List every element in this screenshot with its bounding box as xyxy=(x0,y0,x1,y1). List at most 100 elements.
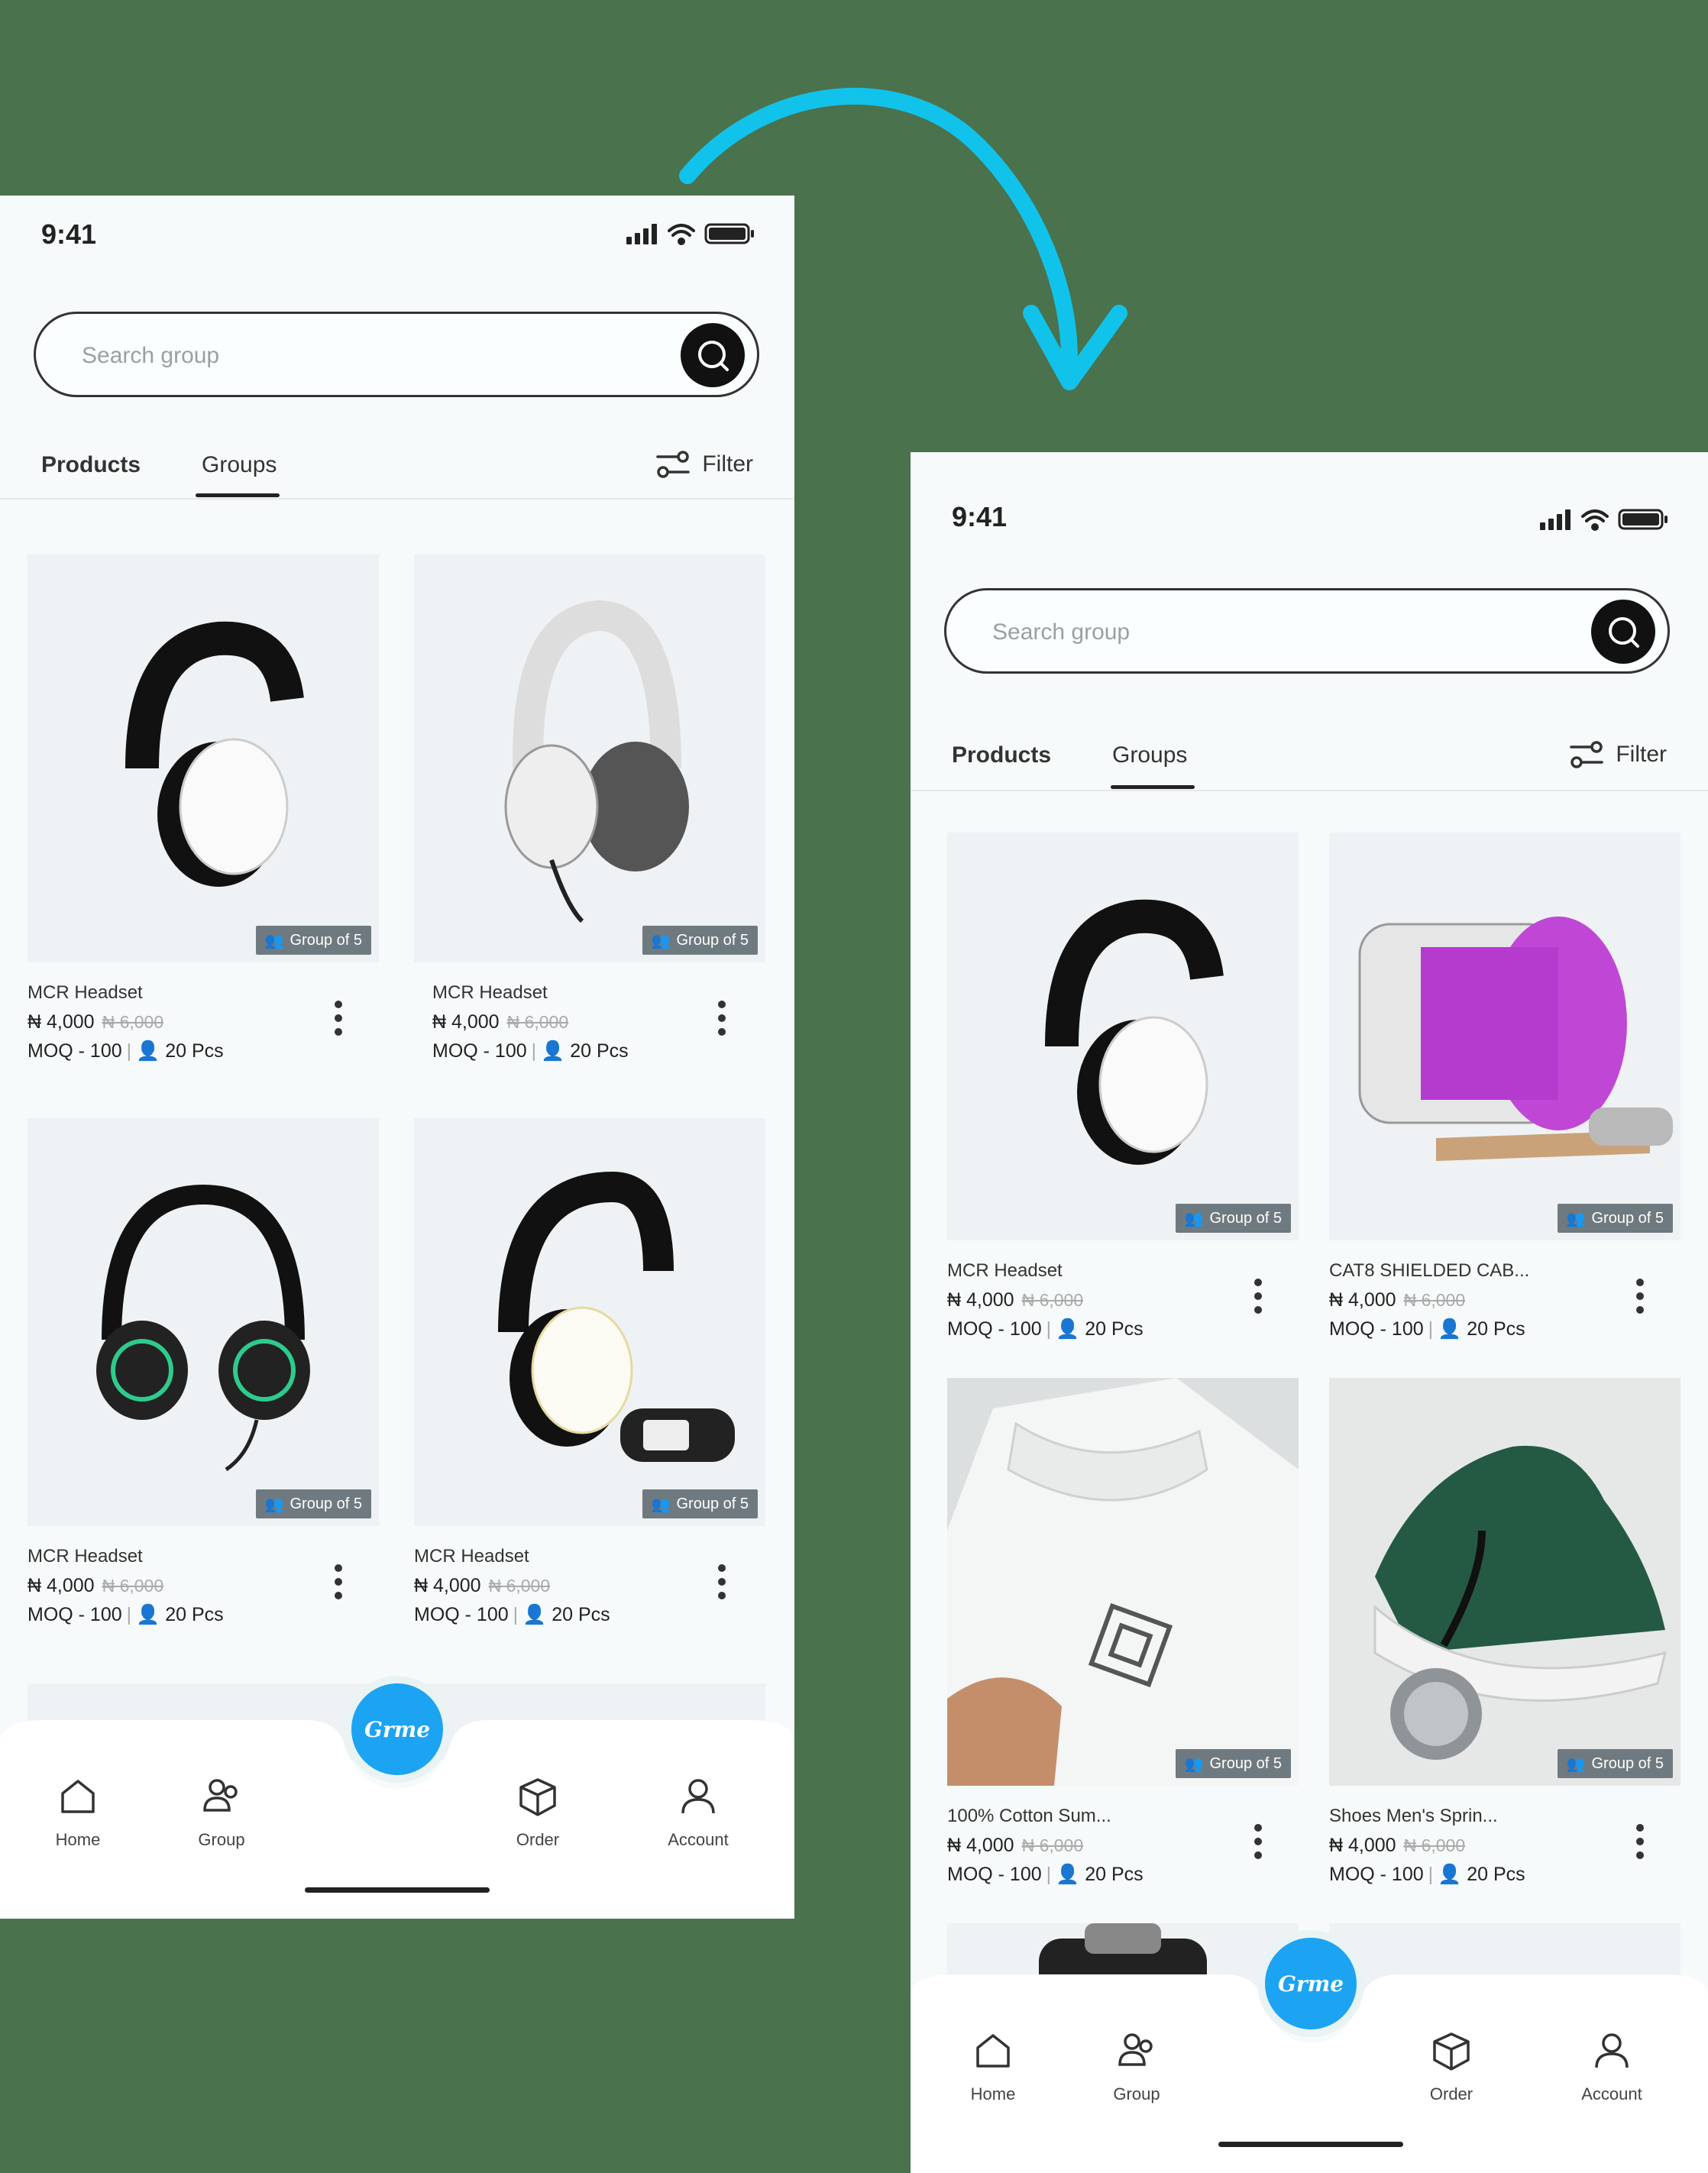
nav-home[interactable]: Home xyxy=(940,2028,1046,2104)
product-image[interactable]: 👥 Group of 5 xyxy=(947,1378,1299,1786)
person-icon: 👤 xyxy=(1056,1864,1080,1885)
product-card[interactable]: 👥 Group of 5 CAT8 SHIELDED CAB... ₦ 4,000… xyxy=(1329,833,1681,1340)
status-time: 9:41 xyxy=(952,501,1008,532)
more-options-icon[interactable] xyxy=(1635,1824,1645,1865)
filter-button[interactable]: Filter xyxy=(655,449,753,480)
signal-icon xyxy=(626,224,657,244)
product-card[interactable]: 👥 Group of 5 Shoes Men's Sprin... ₦ 4,000… xyxy=(1329,1378,1681,1885)
more-options-icon[interactable] xyxy=(1253,1279,1263,1320)
product-moq: MOQ - 100 | 👤 20 Pcs xyxy=(947,1318,1144,1340)
search-bar[interactable]: Search group xyxy=(34,312,759,397)
nav-home[interactable]: Home xyxy=(24,1774,131,1850)
search-button[interactable] xyxy=(1591,600,1655,664)
badge-label: Group of 5 xyxy=(1209,1754,1282,1772)
search-input[interactable]: Search group xyxy=(82,343,219,369)
more-options-icon[interactable] xyxy=(1635,1279,1645,1320)
product-moq: MOQ - 100 | 👤 20 Pcs xyxy=(27,1040,224,1062)
phone-screen-before: 9:41 Search group Products Groups Filter… xyxy=(0,196,794,1919)
search-button[interactable] xyxy=(681,323,745,387)
search-icon xyxy=(698,341,729,371)
group-icon: 👥 xyxy=(264,1496,284,1513)
product-name: MCR Headset xyxy=(27,1546,143,1567)
product-image[interactable]: 👥 Group of 5 xyxy=(947,833,1299,1240)
person-icon: 👤 xyxy=(1438,1318,1462,1340)
product-image[interactable]: 👥 Group of 5 xyxy=(414,555,765,962)
product-card[interactable]: 👥 Group of 5 100% Cotton Sum... ₦ 4,000 ₦ … xyxy=(947,1378,1299,1885)
old-price: ₦ 6,000 xyxy=(1021,1835,1084,1855)
more-options-icon[interactable] xyxy=(333,1564,344,1605)
more-options-icon[interactable] xyxy=(333,1001,344,1042)
status-icons xyxy=(626,223,754,245)
more-options-icon[interactable] xyxy=(717,1564,727,1605)
old-price: ₦ 6,000 xyxy=(1021,1290,1084,1310)
product-image[interactable]: 👥 Group of 5 xyxy=(1329,1378,1681,1786)
nav-group-label: Group xyxy=(198,1830,245,1849)
product-price: ₦ 4,000 ₦ 6,000 xyxy=(947,1835,1083,1857)
status-icons xyxy=(1540,509,1668,531)
product-card[interactable]: 👥 Group of 5 MCR Headset ₦ 4,000 ₦ 6,000 M… xyxy=(414,1118,765,1625)
old-price: ₦ 6,000 xyxy=(102,1576,164,1596)
nav-account[interactable]: Account xyxy=(645,1774,752,1850)
moq-value: MOQ - 100 xyxy=(947,1864,1042,1885)
tab-products[interactable]: Products xyxy=(952,742,1051,768)
pcs-value: 20 Pcs xyxy=(552,1604,610,1625)
tab-groups[interactable]: Groups xyxy=(202,452,277,478)
old-price: ₦ 6,000 xyxy=(1403,1290,1466,1310)
more-options-icon[interactable] xyxy=(717,1001,727,1042)
person-icon: 👤 xyxy=(1056,1318,1080,1340)
product-price: ₦ 4,000 ₦ 6,000 xyxy=(1329,1289,1465,1311)
search-input[interactable]: Search group xyxy=(992,619,1130,645)
product-card[interactable]: 👥 Group of 5 MCR Headset ₦ 4,000 ₦ 6,000 M… xyxy=(27,1118,379,1625)
center-logo-button[interactable]: Grme xyxy=(344,1676,451,1783)
pcs-value: 20 Pcs xyxy=(570,1040,629,1062)
old-price: ₦ 6,000 xyxy=(102,1012,164,1032)
phone-screen-after: 9:41 Search group Products Groups Filter… xyxy=(911,452,1708,2173)
center-logo-button[interactable]: Grme xyxy=(1257,1930,1364,2037)
product-card[interactable]: 👥 Group of 5 MCR Headset ₦ 4,000 ₦ 6,000 M… xyxy=(27,555,379,1062)
more-options-icon[interactable] xyxy=(1253,1824,1263,1865)
current-price: ₦ 4,000 xyxy=(27,1011,95,1033)
pcs-value: 20 Pcs xyxy=(165,1604,224,1625)
badge-label: Group of 5 xyxy=(1591,1209,1664,1227)
nav-order[interactable]: Order xyxy=(484,1774,591,1850)
product-price: ₦ 4,000 ₦ 6,000 xyxy=(432,1011,568,1033)
badge-label: Group of 5 xyxy=(290,1495,362,1512)
shirt-image xyxy=(947,1378,1299,1786)
nav-group[interactable]: Group xyxy=(1083,2028,1190,2104)
group-icon: 👥 xyxy=(1566,1755,1586,1773)
moq-value: MOQ - 100 xyxy=(1329,1864,1424,1885)
product-price: ₦ 4,000 ₦ 6,000 xyxy=(27,1575,163,1597)
person-icon: 👤 xyxy=(1438,1864,1462,1885)
filter-button[interactable]: Filter xyxy=(1568,739,1667,770)
product-image[interactable]: 👥 Group of 5 xyxy=(27,555,379,962)
person-icon: 👤 xyxy=(541,1040,565,1062)
tab-divider xyxy=(911,790,1708,791)
product-name: CAT8 SHIELDED CAB... xyxy=(1329,1260,1530,1281)
nav-order-label: Order xyxy=(516,1830,560,1849)
product-image[interactable]: 👥 Group of 5 xyxy=(27,1118,379,1526)
product-name: 100% Cotton Sum... xyxy=(947,1806,1111,1826)
current-price: ₦ 4,000 xyxy=(1329,1289,1396,1311)
tab-products[interactable]: Products xyxy=(41,452,141,478)
pcs-value: 20 Pcs xyxy=(1085,1318,1144,1340)
pcs-value: 20 Pcs xyxy=(1085,1864,1144,1885)
nav-account[interactable]: Account xyxy=(1558,2028,1665,2104)
headset-image xyxy=(125,621,304,887)
search-icon xyxy=(1609,617,1639,648)
nav-order[interactable]: Order xyxy=(1398,2028,1505,2104)
person-icon: 👤 xyxy=(522,1604,547,1625)
search-bar[interactable]: Search group xyxy=(944,588,1670,674)
badge-label: Group of 5 xyxy=(676,931,749,949)
home-indicator xyxy=(305,1887,490,1893)
product-card[interactable]: 👥 Group of 5 MCR Headset ₦ 4,000 ₦ 6,000 M… xyxy=(414,555,765,1062)
wifi-icon xyxy=(1581,509,1609,531)
product-card[interactable]: 👥 Group of 5 MCR Headset ₦ 4,000 ₦ 6,000 M… xyxy=(947,833,1299,1340)
nav-group[interactable]: Group xyxy=(168,1774,275,1850)
group-icon: 👥 xyxy=(651,1496,671,1513)
product-image[interactable]: 👥 Group of 5 xyxy=(414,1118,765,1526)
product-name: Shoes Men's Sprin... xyxy=(1329,1806,1498,1826)
nav-group-label: Group xyxy=(1113,2084,1160,2103)
group-icon xyxy=(203,1779,238,1812)
product-image[interactable]: 👥 Group of 5 xyxy=(1329,833,1681,1240)
tab-groups[interactable]: Groups xyxy=(1112,742,1187,768)
